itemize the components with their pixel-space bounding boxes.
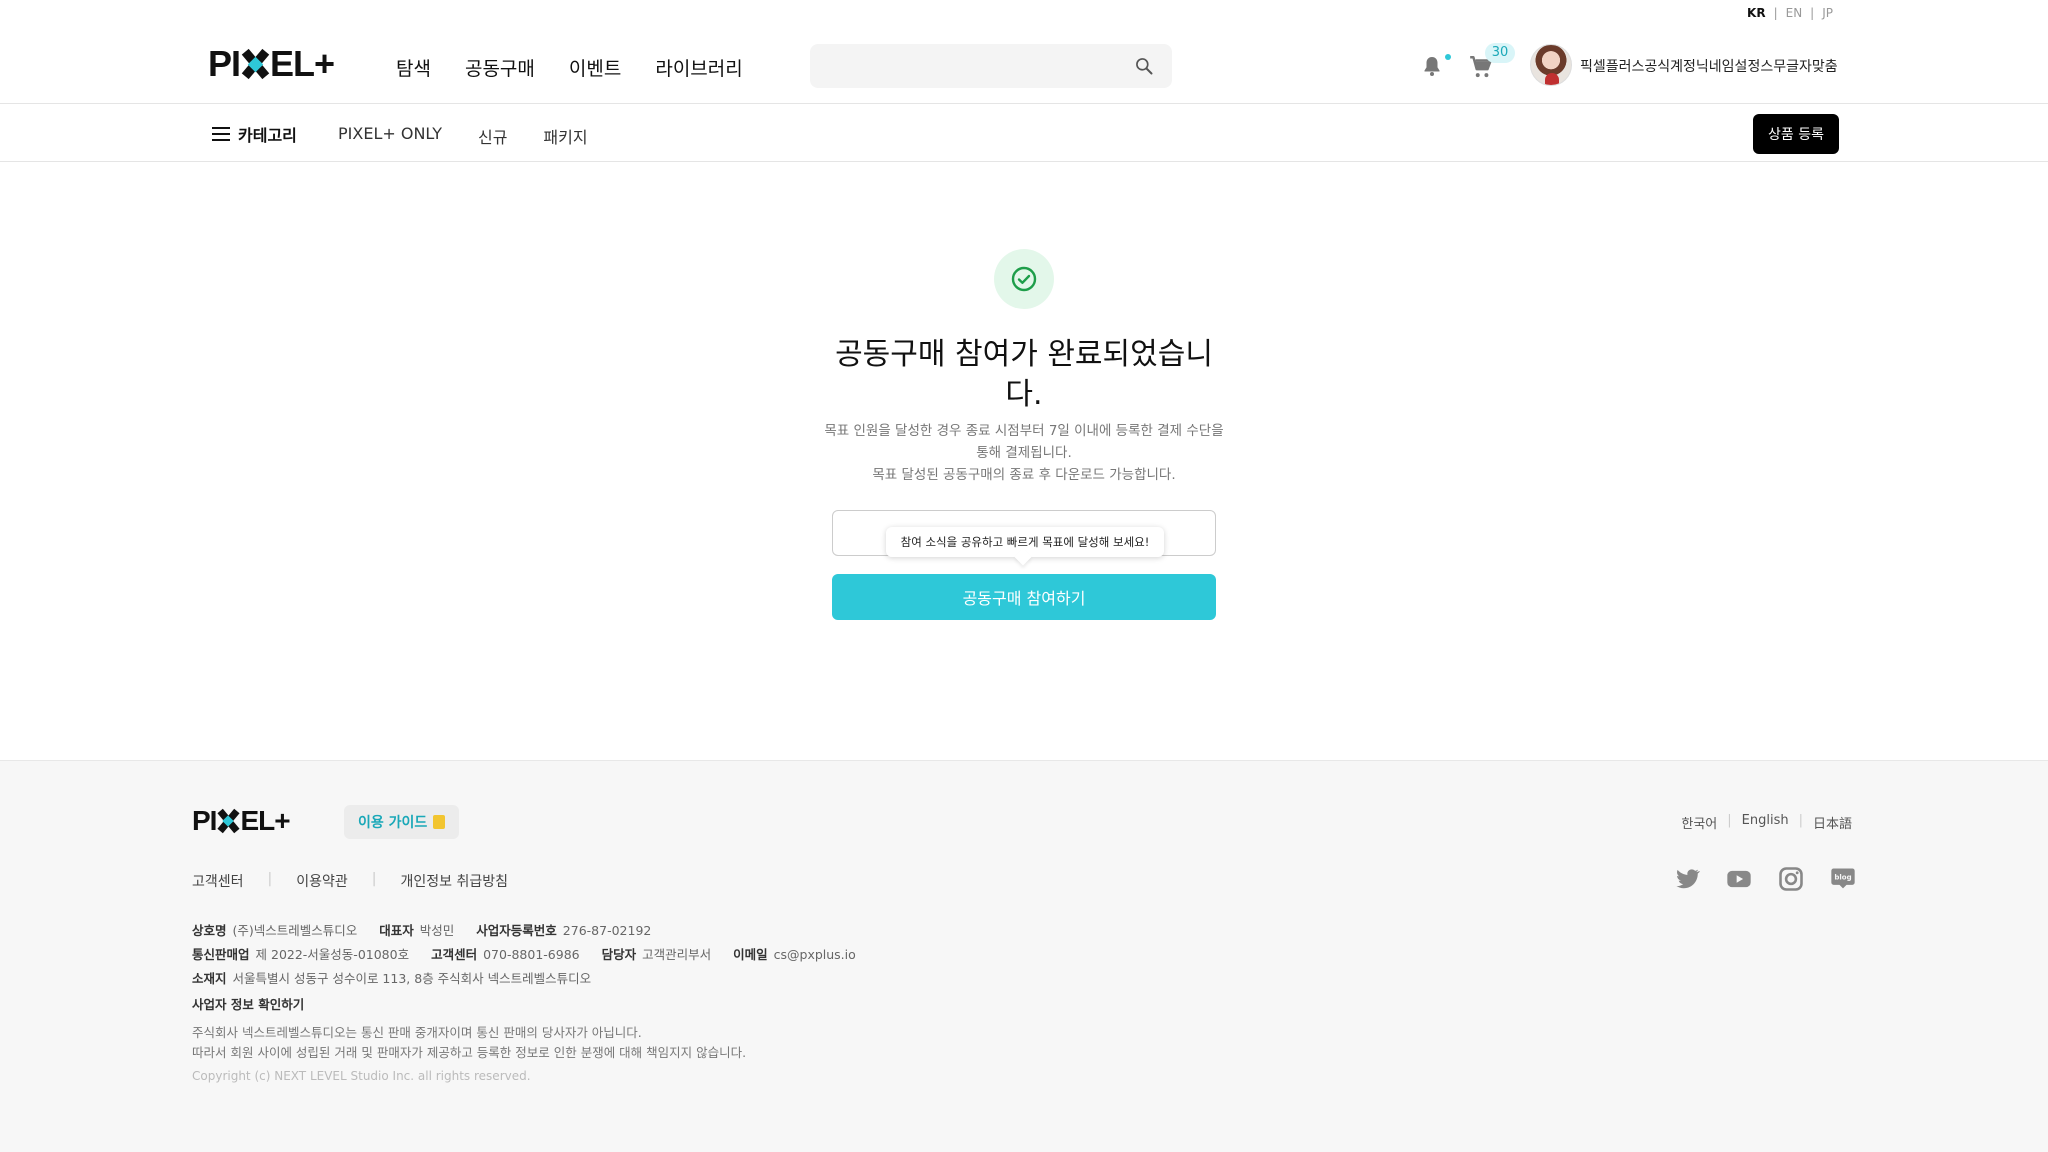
ceo-value: 박성민 bbox=[419, 923, 455, 938]
usage-guide-button[interactable]: 이용 가이드 bbox=[344, 805, 460, 839]
mail-order-label: 통신판매업 bbox=[192, 947, 250, 962]
email-value[interactable]: cs@pxplus.io bbox=[774, 947, 856, 962]
logo-text-left: PI bbox=[208, 43, 241, 84]
manager-value: 고객관리부서 bbox=[642, 947, 712, 962]
bizno-label: 사업자등록번호 bbox=[476, 923, 557, 938]
company-info: 상호명 (주)넥스트레벨스튜디오 대표자 박성민 사업자등록번호 276-87-021… bbox=[192, 919, 856, 991]
footer-link-customer-center[interactable]: 고객센터 bbox=[192, 871, 244, 891]
company-label: 상호명 bbox=[192, 923, 227, 938]
mail-order-value: 제 2022-서울성동-01080호 bbox=[255, 947, 410, 962]
search-input[interactable] bbox=[810, 44, 1110, 88]
check-circle-icon bbox=[1011, 266, 1037, 292]
disclaimer-line-2: 따라서 회원 사이에 성립된 거래 및 판매자가 제공하고 등록한 정보로 인한… bbox=[192, 1045, 747, 1060]
ceo-label: 대표자 bbox=[379, 923, 414, 938]
manager-label: 담당자 bbox=[601, 947, 637, 962]
username[interactable]: 픽셀플러스공식계정닉네임설정스무글자맞춤 bbox=[1580, 56, 1838, 76]
bell-icon[interactable] bbox=[1420, 54, 1444, 78]
subnav-pixelplus-only[interactable]: PIXEL+ ONLY bbox=[338, 124, 442, 148]
search-icon[interactable] bbox=[1134, 56, 1154, 76]
twitter-icon[interactable] bbox=[1672, 865, 1702, 893]
category-menu-button[interactable]: 카테고리 bbox=[212, 122, 297, 146]
cs-value: 070-8801-6986 bbox=[483, 947, 580, 962]
footer-logo-x-mark bbox=[217, 810, 239, 832]
avatar[interactable] bbox=[1530, 44, 1572, 86]
cart-count-badge: 30 bbox=[1485, 43, 1515, 63]
footer-lang-japanese[interactable]: 日本語 bbox=[1813, 813, 1852, 832]
address-label: 소재지 bbox=[192, 971, 227, 986]
lang-en[interactable]: EN bbox=[1786, 6, 1803, 20]
footer-link-privacy[interactable]: 개인정보 취급방침 bbox=[401, 871, 509, 891]
footer-lang-divider: | bbox=[1798, 813, 1803, 828]
footer-logo[interactable]: PI EL+ bbox=[192, 805, 291, 837]
blog-icon-label: blog bbox=[1834, 874, 1851, 882]
subnav-links: PIXEL+ ONLY 신규 패키지 bbox=[338, 124, 588, 148]
subnav-new[interactable]: 신규 bbox=[478, 124, 507, 148]
note-icon bbox=[433, 815, 446, 829]
logo-text-right: EL+ bbox=[270, 43, 335, 84]
footer-link-terms[interactable]: 이용약관 bbox=[296, 871, 348, 891]
instagram-icon[interactable] bbox=[1776, 865, 1806, 893]
copyright: Copyright (c) NEXT LEVEL Studio Inc. all… bbox=[192, 1069, 531, 1083]
lang-separator: | bbox=[1773, 6, 1778, 20]
subnav-package[interactable]: 패키지 bbox=[543, 124, 587, 148]
pixelplus-logo[interactable]: PI EL+ bbox=[208, 43, 335, 84]
business-info-check-link[interactable]: 사업자 정보 확인하기 bbox=[192, 994, 304, 1013]
category-label: 카테고리 bbox=[238, 126, 297, 145]
nav-group-buy[interactable]: 공동구매 bbox=[465, 54, 535, 81]
lang-separator: | bbox=[1810, 6, 1815, 20]
email-label: 이메일 bbox=[733, 947, 768, 962]
lang-kr[interactable]: KR bbox=[1747, 6, 1766, 20]
footer-lang-divider: | bbox=[1727, 813, 1732, 828]
address-value: 서울특별시 성동구 성수이로 113, 8층 주식회사 넥스트레벨스튜디오 bbox=[232, 971, 592, 986]
main-nav: 탐색 공동구매 이벤트 라이브러리 bbox=[396, 54, 743, 81]
language-selector: KR | EN | JP bbox=[1747, 6, 1833, 20]
footer-link-divider: | bbox=[267, 871, 273, 887]
description-line-2: 목표 달성된 공동구매의 종료 후 다운로드 가능합니다. bbox=[872, 467, 1176, 483]
disclaimer: 주식회사 넥스트레벨스튜디오는 통신 판매 중개자이며 통신 판매의 당사자가 … bbox=[192, 1023, 746, 1063]
footer-links: 고객센터 | 이용약관 | 개인정보 취급방침 bbox=[192, 871, 508, 891]
social-links: blog bbox=[1672, 865, 1858, 893]
search-bar bbox=[810, 44, 1172, 88]
completion-description: 목표 인원을 달성한 경우 종료 시점부터 7일 이내에 등록한 결제 수단을 … bbox=[824, 420, 1224, 486]
company-value: (주)넥스트레벨스튜디오 bbox=[232, 923, 358, 938]
lang-jp[interactable]: JP bbox=[1822, 6, 1833, 20]
completion-title: 공동구매 참여가 완료되었습니다. bbox=[835, 337, 1213, 412]
notification-dot bbox=[1445, 54, 1451, 60]
header: PI EL+ 탐색 공동구매 이벤트 라이브러리 30 픽셀플러스공식계정닉네임… bbox=[0, 30, 2048, 104]
footer-link-divider: | bbox=[371, 871, 377, 887]
youtube-icon[interactable] bbox=[1724, 865, 1754, 893]
footer-lang-english[interactable]: English bbox=[1742, 813, 1789, 832]
blog-icon[interactable]: blog bbox=[1828, 865, 1858, 893]
hamburger-icon bbox=[212, 127, 230, 141]
bizno-value: 276-87-02192 bbox=[562, 923, 652, 938]
join-group-buy-button[interactable]: 공동구매 참여하기 bbox=[832, 574, 1216, 620]
logo-x-mark bbox=[241, 50, 269, 78]
footer: PI EL+ 이용 가이드 한국어 | English | 日本語 고객센터 |… bbox=[0, 760, 2048, 1152]
footer-lang-korean[interactable]: 한국어 bbox=[1681, 813, 1717, 832]
nav-explore[interactable]: 탐색 bbox=[396, 54, 431, 81]
usage-guide-label: 이용 가이드 bbox=[358, 815, 428, 831]
register-product-button[interactable]: 상품 등록 bbox=[1753, 114, 1839, 154]
nav-event[interactable]: 이벤트 bbox=[569, 54, 621, 81]
footer-logo-text-left: PI bbox=[192, 805, 217, 836]
cs-label: 고객센터 bbox=[431, 947, 478, 962]
description-line-1: 목표 인원을 달성한 경우 종료 시점부터 7일 이내에 등록한 결제 수단을 … bbox=[824, 423, 1224, 461]
footer-language-selector: 한국어 | English | 日本語 bbox=[1681, 813, 1852, 832]
nav-library[interactable]: 라이브러리 bbox=[655, 54, 742, 81]
share-tooltip: 참여 소식을 공유하고 빠르게 목표에 달성해 보세요! bbox=[886, 527, 1164, 557]
footer-logo-text-right: EL+ bbox=[240, 805, 290, 836]
disclaimer-line-1: 주식회사 넥스트레벨스튜디오는 통신 판매 중개자이며 통신 판매의 당사자가 … bbox=[192, 1025, 642, 1040]
sub-nav: 카테고리 PIXEL+ ONLY 신규 패키지 상품 등록 bbox=[0, 104, 2048, 162]
success-check-badge bbox=[994, 249, 1054, 309]
